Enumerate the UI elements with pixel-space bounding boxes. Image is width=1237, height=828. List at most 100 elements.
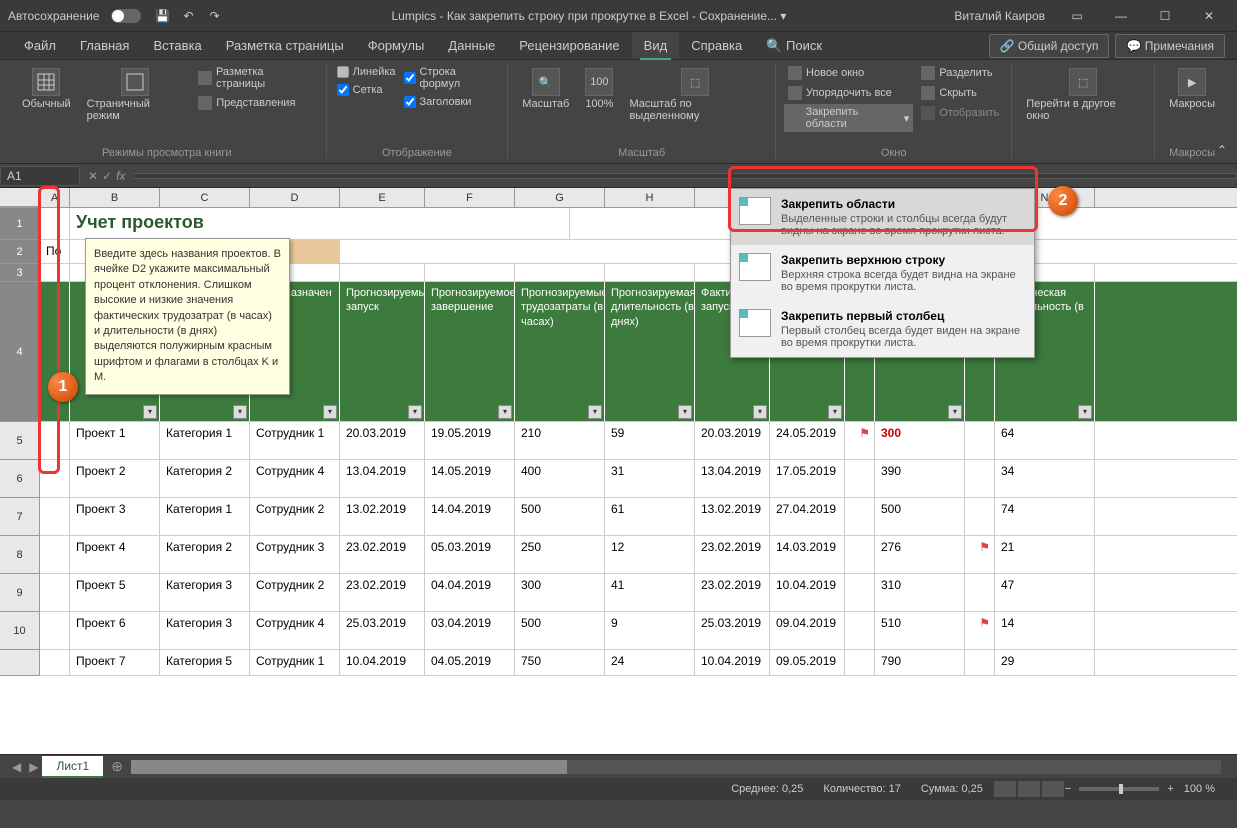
normal-view-button[interactable]: Обычный <box>16 64 77 114</box>
cell[interactable]: 300 <box>875 422 965 459</box>
cell[interactable]: Учет проектов <box>70 208 570 239</box>
cell[interactable]: 13.02.2019 <box>695 498 770 535</box>
cell[interactable] <box>40 460 70 497</box>
split-button[interactable]: Разделить <box>917 64 1003 82</box>
freeze-panes-button[interactable]: Закрепить области ▾ <box>784 104 913 132</box>
cell[interactable] <box>40 208 70 239</box>
cell[interactable]: 34 <box>995 460 1095 497</box>
formula-checkbox[interactable]: Строка формул <box>402 64 500 92</box>
cell[interactable] <box>40 612 70 649</box>
cell[interactable]: 250 <box>515 536 605 573</box>
row-header-8[interactable]: 8 <box>0 536 40 574</box>
cell[interactable] <box>40 422 70 459</box>
cell[interactable]: Проект 6 <box>70 612 160 649</box>
close-icon[interactable]: ✕ <box>1189 4 1229 28</box>
cell[interactable] <box>965 498 995 535</box>
tab-help[interactable]: Справка <box>679 32 754 59</box>
cell[interactable]: 23.02.2019 <box>340 536 425 573</box>
tab-home[interactable]: Главная <box>68 32 141 59</box>
zoom-selection-button[interactable]: ⬚Масштаб по выделенному <box>623 64 767 126</box>
cell[interactable]: 03.04.2019 <box>425 612 515 649</box>
cell[interactable]: Прогнозируемые трудозатраты (в часах)▾ <box>515 282 605 421</box>
cell[interactable] <box>965 574 995 611</box>
col-header-F[interactable]: F <box>425 188 515 207</box>
cell[interactable] <box>965 422 995 459</box>
tab-insert[interactable]: Вставка <box>141 32 213 59</box>
cell[interactable] <box>40 264 70 281</box>
cell[interactable] <box>340 264 425 281</box>
cell[interactable]: 21 <box>995 536 1095 573</box>
cell[interactable]: Категория 5 <box>160 650 250 675</box>
cell[interactable] <box>40 536 70 573</box>
add-sheet-icon[interactable]: ⊕ <box>111 758 123 775</box>
cell[interactable]: 25.03.2019 <box>340 612 425 649</box>
cell[interactable]: Сотрудник 2 <box>250 498 340 535</box>
row-header-2[interactable]: 2 <box>0 240 40 264</box>
cell[interactable]: Проект 2 <box>70 460 160 497</box>
zoom-button[interactable]: 🔍Масштаб <box>516 64 575 114</box>
cell[interactable]: 20.03.2019 <box>695 422 770 459</box>
filter-icon[interactable]: ▾ <box>323 405 337 419</box>
share-button[interactable]: 🔗 Общий доступ <box>989 34 1110 58</box>
cell[interactable]: 500 <box>515 612 605 649</box>
cell[interactable]: 27.04.2019 <box>770 498 845 535</box>
filter-icon[interactable]: ▾ <box>753 405 767 419</box>
filter-icon[interactable]: ▾ <box>588 405 602 419</box>
user-name[interactable]: Виталий Каиров <box>954 9 1045 23</box>
cell[interactable]: 14.04.2019 <box>425 498 515 535</box>
cell[interactable]: 24.05.2019 <box>770 422 845 459</box>
macros-button[interactable]: ▶Макросы <box>1163 64 1221 114</box>
cell[interactable]: Проект 1 <box>70 422 160 459</box>
view-break-icon[interactable] <box>1042 781 1064 797</box>
cell[interactable] <box>40 498 70 535</box>
cell[interactable]: 09.04.2019 <box>770 612 845 649</box>
cell[interactable]: 14.05.2019 <box>425 460 515 497</box>
cell[interactable]: Прогнозируемый запуск▾ <box>340 282 425 421</box>
col-header-G[interactable]: G <box>515 188 605 207</box>
cell[interactable]: Сотрудник 4 <box>250 460 340 497</box>
cell[interactable]: 47 <box>995 574 1095 611</box>
sheet-tab-1[interactable]: Лист1 <box>42 756 103 778</box>
cell[interactable]: 74 <box>995 498 1095 535</box>
row-header-4[interactable]: 4 <box>0 282 40 422</box>
cell[interactable]: 13.04.2019 <box>340 460 425 497</box>
collapse-ribbon-icon[interactable]: ⌃ <box>1217 143 1227 157</box>
switch-windows-button[interactable]: ⬚Перейти в другое окно <box>1020 64 1146 126</box>
select-all-corner[interactable] <box>0 188 40 207</box>
cell[interactable] <box>965 460 995 497</box>
cell[interactable]: ⚑ <box>845 422 875 459</box>
cell[interactable]: 10.04.2019 <box>695 650 770 675</box>
cell[interactable]: 790 <box>875 650 965 675</box>
freeze-areas-item[interactable]: Закрепить областиВыделенные строки и сто… <box>731 189 1034 245</box>
cell[interactable]: Прогнозируемая длительность (в днях)▾ <box>605 282 695 421</box>
cell[interactable]: Категория 1 <box>160 422 250 459</box>
cell[interactable]: 310 <box>875 574 965 611</box>
new-window-button[interactable]: Новое окно <box>784 64 913 82</box>
cell[interactable]: 13.02.2019 <box>340 498 425 535</box>
cell[interactable]: Сотрудник 1 <box>250 650 340 675</box>
zoom-in-icon[interactable]: + <box>1167 783 1173 795</box>
cell[interactable]: 59 <box>605 422 695 459</box>
row-header-9[interactable]: 9 <box>0 574 40 612</box>
filter-icon[interactable]: ▾ <box>1078 405 1092 419</box>
cell[interactable]: 17.05.2019 <box>770 460 845 497</box>
cell[interactable]: 14 <box>995 612 1095 649</box>
cell[interactable]: По <box>40 240 70 263</box>
col-header-E[interactable]: E <box>340 188 425 207</box>
cell[interactable] <box>845 612 875 649</box>
cell[interactable]: ⚑ <box>965 536 995 573</box>
cell[interactable]: Проект 5 <box>70 574 160 611</box>
cell[interactable]: Сотрудник 4 <box>250 612 340 649</box>
col-header-D[interactable]: D <box>250 188 340 207</box>
tab-view[interactable]: Вид <box>632 32 680 59</box>
maximize-icon[interactable]: ☐ <box>1145 4 1185 28</box>
col-header-H[interactable]: H <box>605 188 695 207</box>
cell[interactable]: 300 <box>515 574 605 611</box>
cell[interactable]: Проект 4 <box>70 536 160 573</box>
row-header-10[interactable]: 10 <box>0 612 40 650</box>
cell[interactable]: Категория 3 <box>160 612 250 649</box>
cell[interactable] <box>845 460 875 497</box>
filter-icon[interactable]: ▾ <box>408 405 422 419</box>
cell[interactable] <box>425 264 515 281</box>
cell[interactable] <box>845 498 875 535</box>
